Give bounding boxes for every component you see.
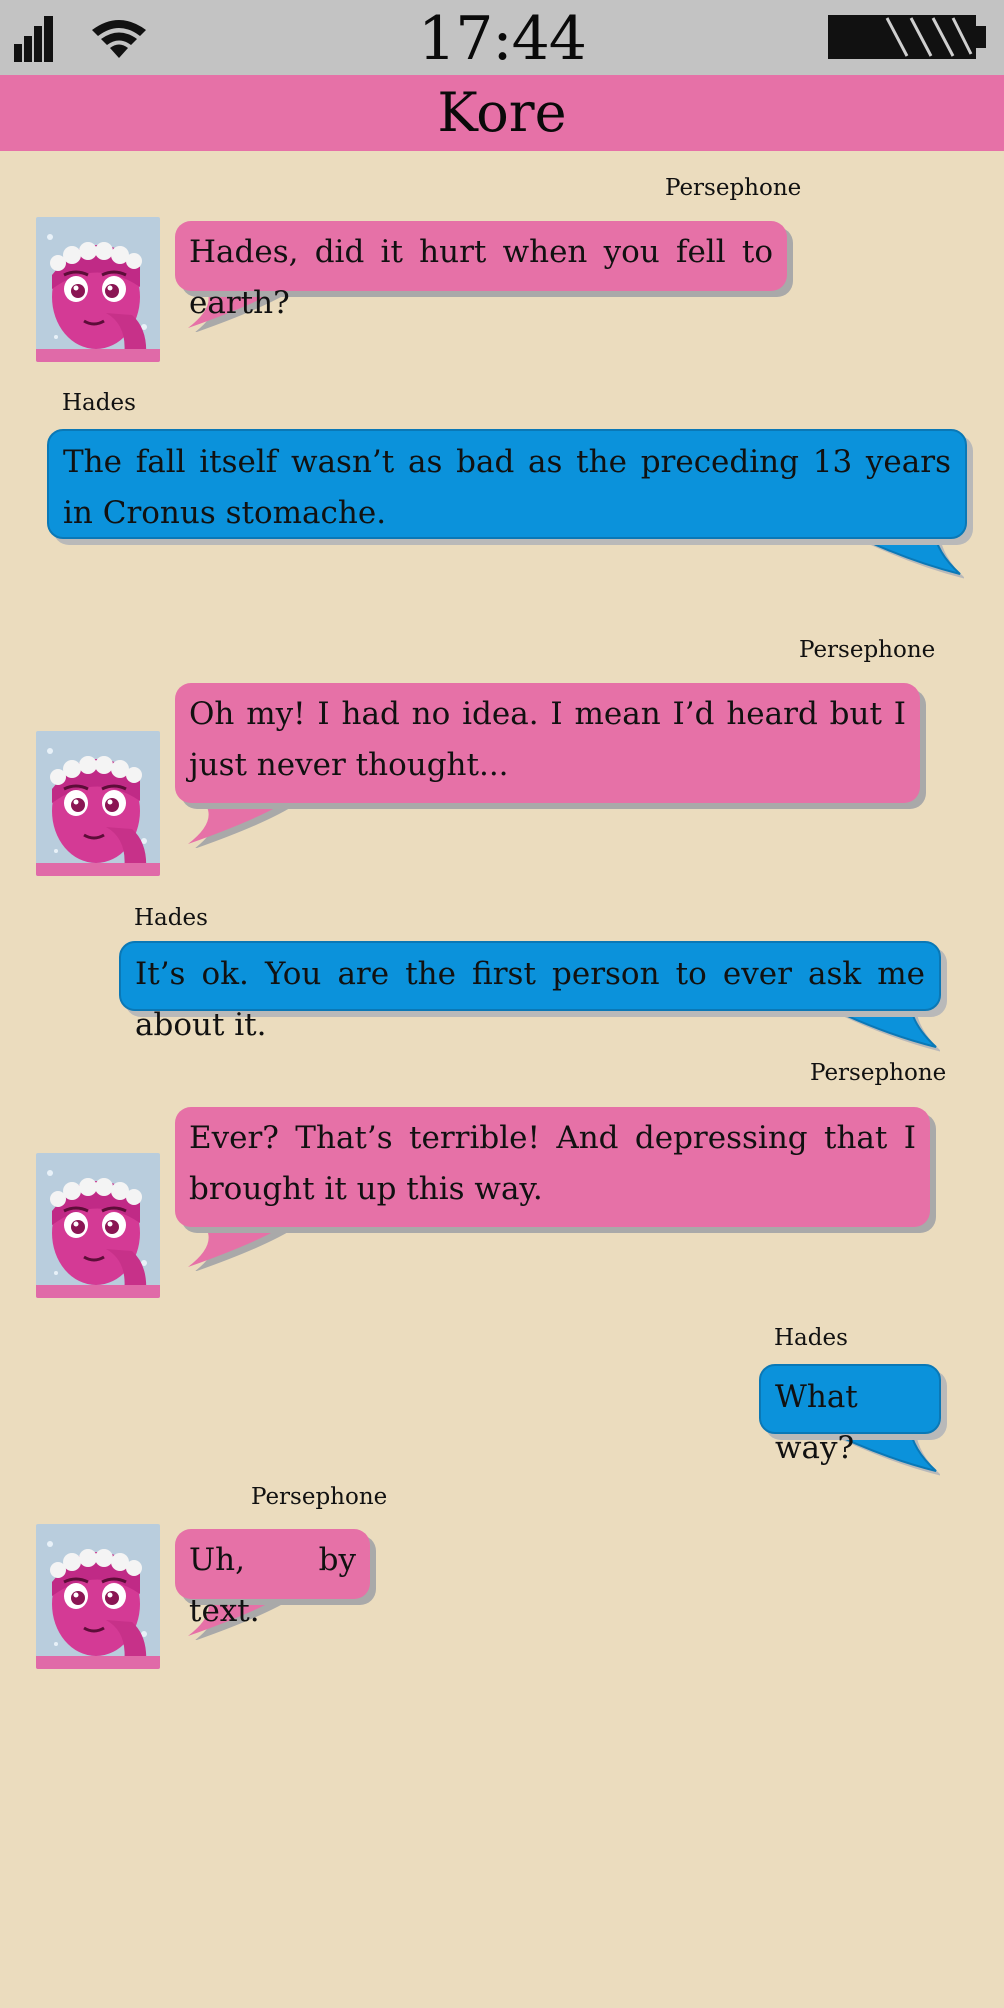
message-text: What way? [775,1379,858,1466]
sender-name: Persephone [665,175,802,201]
message-text: Ever? That’s terrible! And depressing th… [189,1120,916,1207]
message-bubble[interactable]: Hades, did it hurt when you fell to eart… [175,221,787,321]
message-bubble[interactable]: It’s ok. You are the first person to eve… [119,941,941,1043]
persephone-avatar[interactable] [36,1524,160,1669]
sender-name: Persephone [251,1484,388,1510]
bubble-tail [188,798,298,848]
sender-name: Persephone [810,1060,947,1086]
sender-name: Hades [62,390,136,416]
message-bubble[interactable]: The fall itself wasn’t as bad as the pre… [47,429,967,539]
persephone-avatar[interactable] [36,731,160,876]
persephone-avatar[interactable] [36,217,160,362]
message-bubble[interactable]: Oh my! I had no idea. I mean I’d heard b… [175,683,920,803]
battery-icon [828,15,986,59]
message-text: It’s ok. You are the first person to eve… [135,956,925,1043]
message-text: Oh my! I had no idea. I mean I’d heard b… [189,696,906,783]
persephone-avatar[interactable] [36,1153,160,1298]
message-bubble[interactable]: What way? [759,1364,941,1466]
contact-name[interactable]: Kore [0,81,1004,145]
status-bar: 17:44 [0,0,1004,75]
sender-name: Persephone [799,637,936,663]
conversation-header: Kore [0,75,1004,151]
message-bubble[interactable]: Ever? That’s terrible! And depressing th… [175,1107,930,1227]
sender-name: Hades [774,1325,848,1351]
message-text: The fall itself wasn’t as bad as the pre… [63,444,951,531]
message-text: Hades, did it hurt when you fell to eart… [189,234,773,321]
sender-name: Hades [134,905,208,931]
message-bubble[interactable]: Uh, by text. [175,1529,370,1629]
message-text: Uh, by text. [189,1542,356,1629]
bubble-tail [188,1221,298,1271]
